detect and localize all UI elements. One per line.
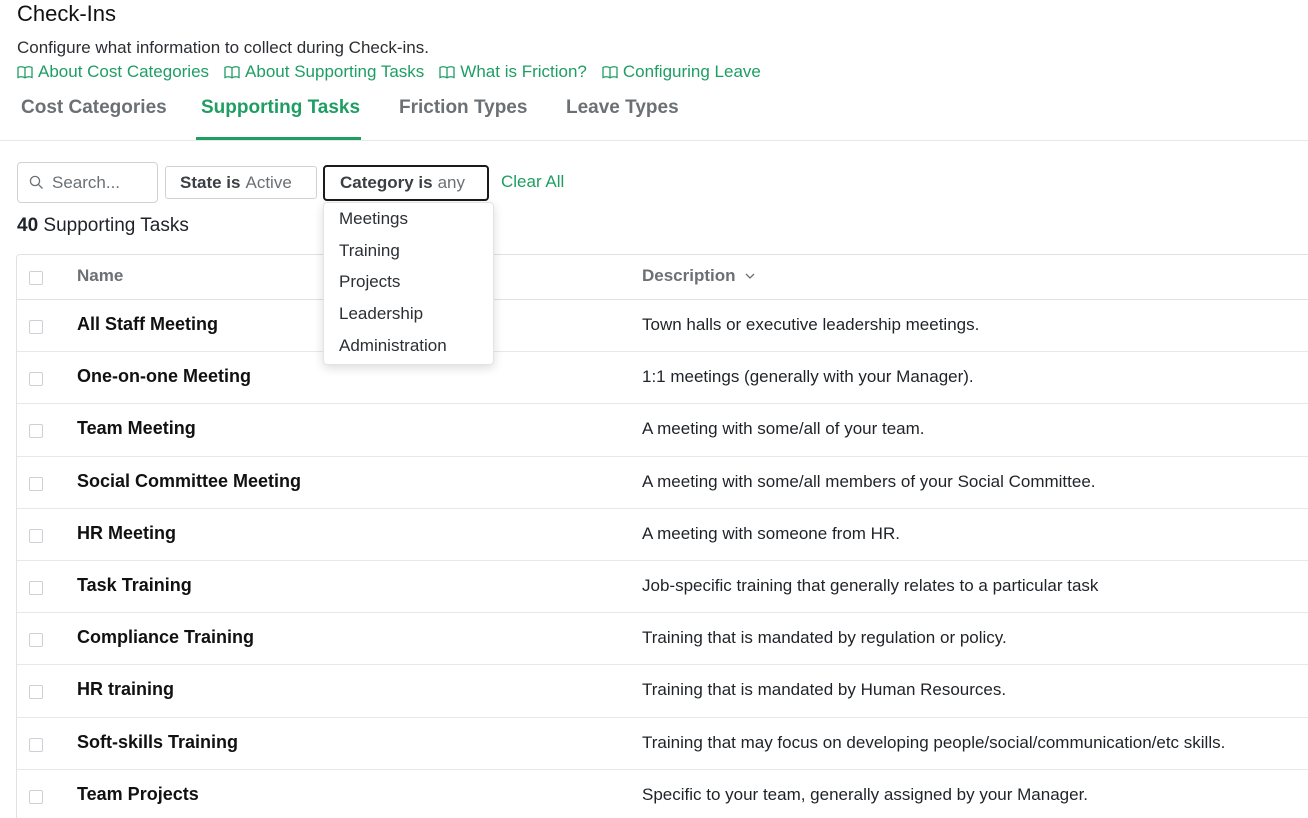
task-name[interactable]: One-on-one Meeting xyxy=(77,366,251,387)
task-name[interactable]: Team Meeting xyxy=(77,418,196,439)
tab-supporting-tasks[interactable]: Supporting Tasks xyxy=(201,97,360,119)
link-what-is-friction[interactable]: What is Friction? xyxy=(439,62,587,82)
clear-all-button[interactable]: Clear All xyxy=(501,172,564,192)
filter-key: Category is xyxy=(340,173,433,192)
dropdown-option-meetings[interactable]: Meetings xyxy=(324,207,493,239)
link-label: About Supporting Tasks xyxy=(245,62,425,81)
row-checkbox[interactable] xyxy=(29,685,43,700)
table-header: Name Description xyxy=(17,255,1308,300)
table-row[interactable]: Soft-skills Training Training that may f… xyxy=(17,718,1308,770)
page-title: Check-Ins xyxy=(17,1,117,26)
task-description: Town halls or executive leadership meeti… xyxy=(642,315,980,334)
active-tab-indicator xyxy=(196,137,361,140)
chevron-down-icon xyxy=(745,273,754,279)
search-input[interactable] xyxy=(52,172,147,193)
task-description: Job-specific training that generally rel… xyxy=(642,575,1099,595)
row-checkbox[interactable] xyxy=(29,789,43,804)
book-icon xyxy=(224,66,240,79)
link-label: About Cost Categories xyxy=(38,62,210,81)
search-box[interactable] xyxy=(17,162,158,203)
count-label: Supporting Tasks xyxy=(43,215,189,236)
task-name[interactable]: Social Committee Meeting xyxy=(77,471,301,492)
filter-value: Active xyxy=(245,172,292,192)
task-description: A meeting with some/all of your team. xyxy=(642,419,925,439)
table-row[interactable]: Social Committee Meeting A meeting with … xyxy=(17,457,1308,509)
filter-state[interactable]: State is Active xyxy=(165,166,317,199)
select-all-checkbox[interactable] xyxy=(29,271,43,285)
row-checkbox[interactable] xyxy=(29,528,43,543)
row-checkbox[interactable] xyxy=(29,424,43,439)
table-row[interactable]: One-on-one Meeting 1:1 meetings (general… xyxy=(17,352,1308,405)
count-number: 40 xyxy=(17,215,39,236)
filter-category[interactable]: Category is any xyxy=(323,165,489,201)
dropdown-option-projects[interactable]: Projects xyxy=(324,270,493,302)
link-configuring-leave[interactable]: Configuring Leave xyxy=(602,62,761,82)
task-description: Training that may focus on developing pe… xyxy=(642,732,1226,752)
filter-value: any xyxy=(437,173,466,192)
task-name[interactable]: Soft-skills Training xyxy=(77,732,238,753)
row-checkbox[interactable] xyxy=(29,737,43,752)
table-row[interactable]: Team Projects Specific to your team, gen… xyxy=(17,770,1308,818)
supporting-tasks-table: Name Description All Staff Meeting Town … xyxy=(16,254,1308,818)
dropdown-option-training[interactable]: Training xyxy=(324,239,493,271)
table-row[interactable]: All Staff Meeting Town halls or executiv… xyxy=(17,300,1308,353)
column-header-name[interactable]: Name xyxy=(77,266,123,286)
table-row[interactable]: HR training Training that is mandated by… xyxy=(17,665,1308,718)
tab-friction-types[interactable]: Friction Types xyxy=(399,97,527,119)
task-description: Training that is mandated by regulation … xyxy=(642,628,1007,648)
row-checkbox[interactable] xyxy=(29,580,43,595)
dropdown-option-administration[interactable]: Administration xyxy=(324,334,493,366)
results-count: 40 Supporting Tasks xyxy=(17,215,189,237)
task-name[interactable]: Team Projects xyxy=(77,784,199,805)
column-header-label: Description xyxy=(642,266,736,285)
table-row[interactable]: Team Meeting A meeting with some/all of … xyxy=(17,404,1308,457)
task-name[interactable]: Compliance Training xyxy=(77,627,254,648)
task-name[interactable]: HR training xyxy=(77,679,174,700)
row-checkbox[interactable] xyxy=(29,320,43,334)
task-name[interactable]: All Staff Meeting xyxy=(77,314,218,335)
task-name[interactable]: Task Training xyxy=(77,575,192,596)
table-row[interactable]: Compliance Training Training that is man… xyxy=(17,613,1308,666)
table-row[interactable]: Task Training Job-specific training that… xyxy=(17,561,1308,614)
task-description: 1:1 meetings (generally with your Manage… xyxy=(642,367,974,387)
row-checkbox[interactable] xyxy=(29,476,43,491)
task-description: Training that is mandated by Human Resou… xyxy=(642,680,1007,700)
task-description: A meeting with someone from HR. xyxy=(642,523,900,543)
link-label: Configuring Leave xyxy=(622,62,761,81)
task-name[interactable]: HR Meeting xyxy=(77,523,176,544)
search-icon xyxy=(29,175,43,189)
table-row[interactable]: HR Meeting A meeting with someone from H… xyxy=(17,509,1308,561)
filter-key: State is xyxy=(180,172,241,192)
book-icon xyxy=(17,66,33,79)
link-about-supporting-tasks[interactable]: About Supporting Tasks xyxy=(224,62,424,82)
dropdown-option-leadership[interactable]: Leadership xyxy=(324,302,493,334)
row-checkbox[interactable] xyxy=(29,372,43,387)
book-icon xyxy=(602,66,618,79)
row-checkbox[interactable] xyxy=(29,633,43,648)
page-subtitle: Configure what information to collect du… xyxy=(17,38,429,57)
task-description: A meeting with some/all members of your … xyxy=(642,471,1096,491)
help-links: About Cost Categories About Supporting T… xyxy=(17,62,776,82)
link-about-cost-categories[interactable]: About Cost Categories xyxy=(17,62,209,82)
column-header-description[interactable]: Description xyxy=(642,266,755,286)
tab-bar: Cost Categories Supporting Tasks Frictio… xyxy=(0,92,1308,141)
book-icon xyxy=(439,66,455,79)
tab-leave-types[interactable]: Leave Types xyxy=(566,97,679,119)
tab-cost-categories[interactable]: Cost Categories xyxy=(21,97,167,119)
task-description: Specific to your team, generally assigne… xyxy=(642,784,1089,804)
category-dropdown-menu: Meetings Training Projects Leadership Ad… xyxy=(323,202,494,365)
link-label: What is Friction? xyxy=(460,62,587,81)
